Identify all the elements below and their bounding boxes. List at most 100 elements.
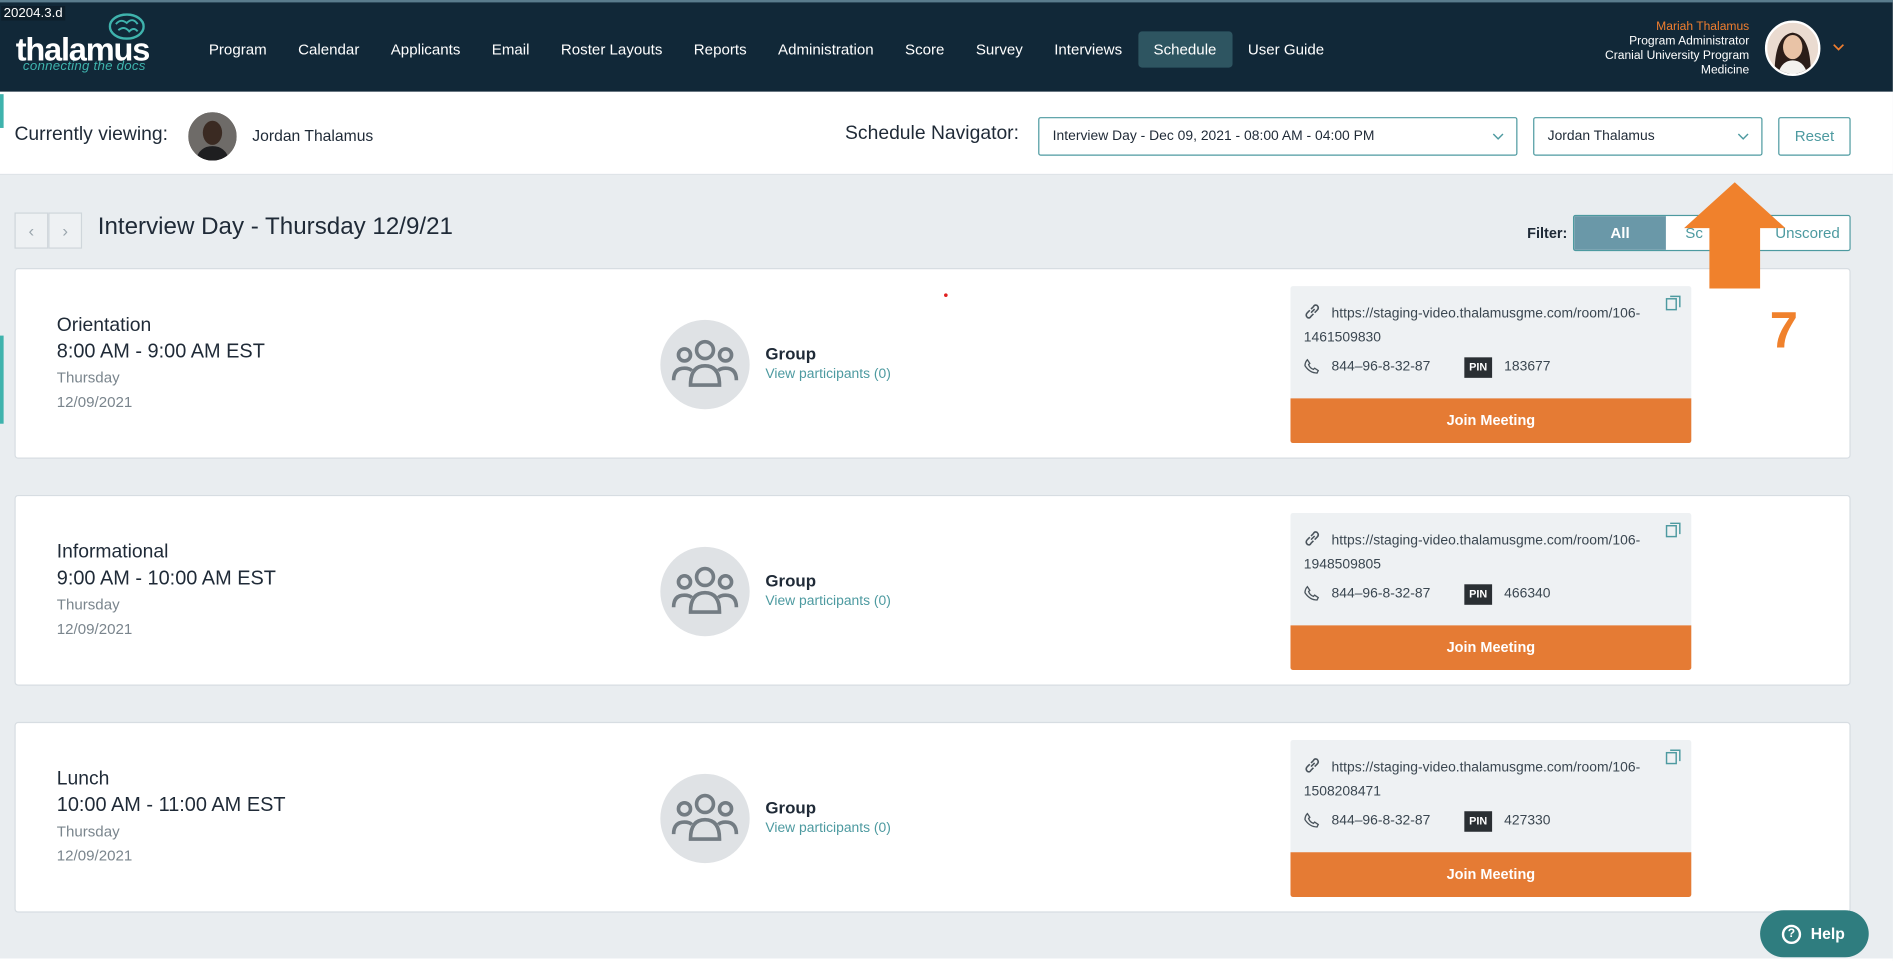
user-program-dept: Medicine bbox=[1700, 63, 1750, 78]
left-edge-accent bbox=[0, 335, 4, 424]
next-day-button[interactable]: › bbox=[48, 212, 83, 249]
event-date: 12/09/2021 bbox=[56, 620, 133, 638]
group-icon bbox=[671, 566, 739, 614]
group-avatar bbox=[660, 319, 750, 410]
group-icon bbox=[671, 793, 739, 841]
help-label: Help bbox=[1810, 924, 1845, 943]
event-title: Informational bbox=[56, 542, 169, 563]
currently-viewing-label: Currently viewing: bbox=[14, 124, 168, 145]
event-weekday: Thursday bbox=[56, 369, 120, 387]
pin-value: 427330 bbox=[1504, 813, 1551, 829]
group-label: Group bbox=[765, 344, 817, 364]
viewed-user-avatar bbox=[188, 112, 237, 161]
annotation-arrow-icon bbox=[1684, 182, 1786, 289]
pin-badge: PIN bbox=[1464, 357, 1493, 378]
help-button[interactable]: ? Help bbox=[1760, 910, 1869, 958]
interview-day-value: Interview Day - Dec 09, 2021 - 08:00 AM … bbox=[1052, 129, 1375, 144]
user-avatar[interactable] bbox=[1764, 20, 1821, 77]
pin-badge: PIN bbox=[1464, 584, 1493, 605]
chevron-down-icon bbox=[1737, 133, 1749, 140]
copy-icon[interactable] bbox=[1665, 748, 1682, 765]
interview-day-select[interactable]: Interview Day - Dec 09, 2021 - 08:00 AM … bbox=[1038, 117, 1518, 156]
nav-schedule[interactable]: Schedule bbox=[1137, 31, 1233, 68]
thalamus-logo[interactable]: thalamus connecting the docs bbox=[16, 13, 163, 77]
nav-score[interactable]: Score bbox=[889, 31, 960, 67]
group-avatar bbox=[660, 773, 750, 864]
event-weekday: Thursday bbox=[56, 823, 120, 841]
group-label: Group bbox=[765, 797, 817, 818]
main-nav: Program Calendar Applicants Email Roster… bbox=[193, 31, 1340, 68]
nav-survey[interactable]: Survey bbox=[960, 31, 1038, 67]
copy-icon[interactable] bbox=[1665, 295, 1682, 312]
group-avatar bbox=[660, 546, 750, 637]
chevron-down-icon[interactable] bbox=[1831, 40, 1845, 54]
phone-icon bbox=[1304, 358, 1320, 374]
filter-all-button[interactable]: All bbox=[1574, 216, 1666, 250]
annotation-number: 7 bbox=[1769, 301, 1798, 359]
chevron-down-icon bbox=[1492, 133, 1504, 140]
phone-icon bbox=[1304, 812, 1320, 828]
nav-roster-layouts[interactable]: Roster Layouts bbox=[545, 31, 678, 67]
pin-badge: PIN bbox=[1464, 811, 1493, 832]
logo-tagline: connecting the docs bbox=[22, 59, 146, 74]
meeting-url[interactable]: https://staging-video.thalamusgme.com/ro… bbox=[1304, 756, 1648, 804]
meeting-url[interactable]: https://staging-video.thalamusgme.com/ro… bbox=[1304, 529, 1648, 577]
reset-button[interactable]: Reset bbox=[1778, 117, 1851, 156]
pin-value: 466340 bbox=[1504, 586, 1551, 602]
meeting-url[interactable]: https://staging-video.thalamusgme.com/ro… bbox=[1304, 302, 1648, 350]
nav-interviews[interactable]: Interviews bbox=[1038, 31, 1137, 67]
dial-in-number: 844–96-8-32-87 bbox=[1331, 586, 1431, 602]
copy-icon[interactable] bbox=[1665, 522, 1682, 539]
user-name: Mariah Thalamus bbox=[1656, 20, 1750, 34]
nav-user-guide[interactable]: User Guide bbox=[1232, 31, 1340, 67]
nav-reports[interactable]: Reports bbox=[678, 31, 762, 67]
cursor-dot bbox=[944, 293, 948, 297]
view-participants-link[interactable]: View participants (0) bbox=[765, 367, 891, 381]
join-meeting-button[interactable]: Join Meeting bbox=[1290, 852, 1692, 897]
event-weekday: Thursday bbox=[56, 596, 120, 614]
prev-day-button[interactable]: ‹ bbox=[14, 212, 49, 249]
dial-in-number: 844–96-8-32-87 bbox=[1331, 359, 1431, 375]
viewed-avatar-photo-icon bbox=[188, 112, 237, 161]
avatar-photo-icon bbox=[1767, 22, 1819, 74]
top-navbar: 20204.3.d thalamus connecting the docs P… bbox=[0, 0, 1893, 92]
user-role: Program Administrator bbox=[1629, 35, 1750, 49]
meeting-info-box: https://staging-video.thalamusgme.com/ro… bbox=[1290, 740, 1692, 897]
user-info: Mariah Thalamus Program Administrator Cr… bbox=[1605, 21, 1749, 79]
nav-calendar[interactable]: Calendar bbox=[282, 31, 375, 67]
day-title: Interview Day - Thursday 12/9/21 bbox=[97, 213, 453, 241]
nav-email[interactable]: Email bbox=[476, 31, 545, 67]
dial-in-number: 844–96-8-32-87 bbox=[1331, 813, 1431, 829]
view-participants-link[interactable]: View participants (0) bbox=[765, 594, 891, 608]
help-icon: ? bbox=[1781, 924, 1802, 945]
app-root: 20204.3.d thalamus connecting the docs P… bbox=[0, 0, 1893, 961]
event-time: 9:00 AM - 10:00 AM EST bbox=[56, 567, 276, 590]
meeting-info-box: https://staging-video.thalamusgme.com/ro… bbox=[1290, 513, 1692, 670]
viewed-user-name: Jordan Thalamus bbox=[252, 126, 374, 145]
event-time: 8:00 AM - 9:00 AM EST bbox=[56, 340, 265, 363]
person-value: Jordan Thalamus bbox=[1547, 129, 1655, 144]
sub-header: Currently viewing: Jordan Thalamus Sched… bbox=[0, 91, 1893, 176]
view-participants-link[interactable]: View participants (0) bbox=[765, 821, 891, 835]
group-icon bbox=[671, 339, 739, 387]
join-meeting-button[interactable]: Join Meeting bbox=[1290, 625, 1692, 670]
filter-label: Filter: bbox=[1527, 224, 1568, 242]
nav-program[interactable]: Program bbox=[193, 31, 282, 67]
event-title: Orientation bbox=[56, 315, 152, 336]
join-meeting-button[interactable]: Join Meeting bbox=[1290, 398, 1692, 444]
nav-administration[interactable]: Administration bbox=[762, 31, 889, 67]
left-edge-accent bbox=[0, 94, 4, 128]
event-title: Lunch bbox=[56, 768, 110, 790]
nav-applicants[interactable]: Applicants bbox=[375, 31, 476, 67]
event-card: Informational 9:00 AM - 10:00 AM EST Thu… bbox=[14, 494, 1851, 686]
pin-value: 183677 bbox=[1504, 359, 1551, 375]
person-select[interactable]: Jordan Thalamus bbox=[1533, 117, 1763, 156]
schedule-navigator-label: Schedule Navigator: bbox=[845, 123, 1019, 144]
phone-icon bbox=[1304, 585, 1320, 601]
meeting-info-box: https://staging-video.thalamusgme.com/ro… bbox=[1290, 286, 1692, 444]
event-time: 10:00 AM - 11:00 AM EST bbox=[56, 794, 286, 817]
event-card: Lunch 10:00 AM - 11:00 AM EST Thursday 1… bbox=[14, 721, 1851, 913]
group-label: Group bbox=[765, 571, 817, 591]
user-program: Cranial University Program bbox=[1604, 49, 1750, 63]
event-date: 12/09/2021 bbox=[56, 393, 133, 411]
